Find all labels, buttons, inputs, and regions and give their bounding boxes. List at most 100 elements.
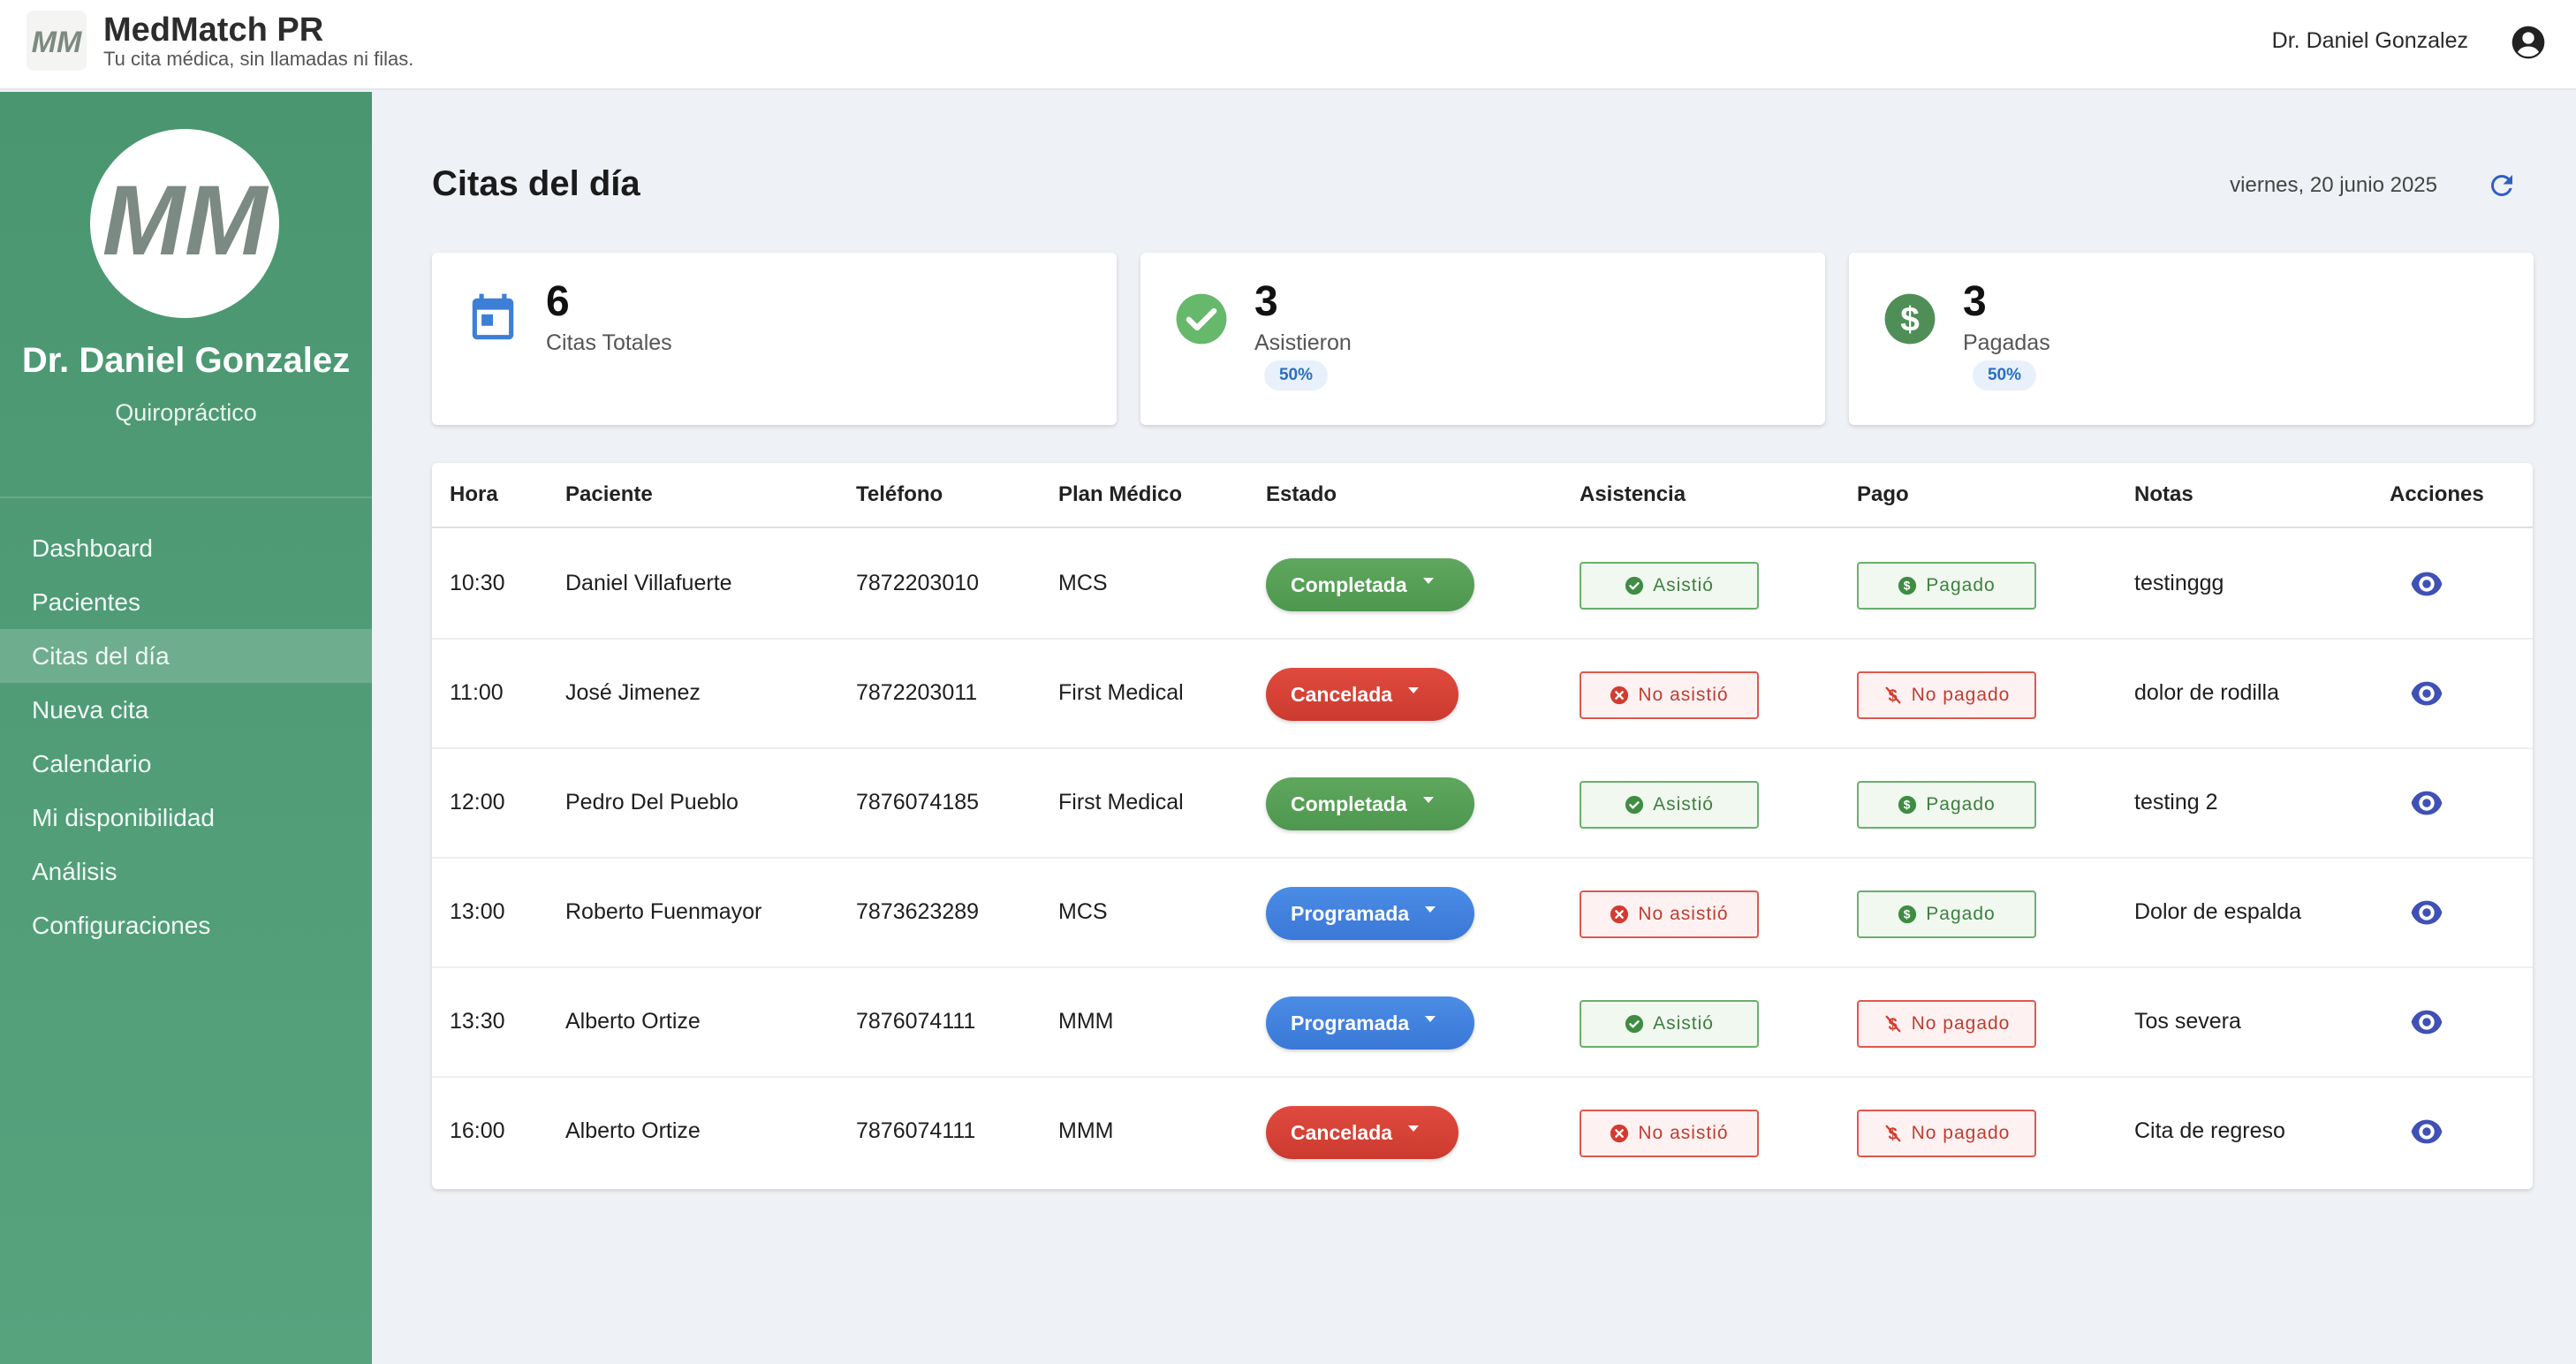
payment-label: Pagado — [1926, 575, 1996, 595]
status-dropdown[interactable]: Programada — [1266, 996, 1474, 1050]
cell-hora: 16:00 — [450, 1118, 505, 1143]
cell-notas: Cita de regreso — [2134, 1118, 2285, 1143]
attendance-toggle[interactable]: Asistió — [1580, 781, 1759, 829]
payment-label: Pagado — [1926, 794, 1996, 815]
cell-plan: MMM — [1058, 1118, 1114, 1143]
column-header-estado: Estado — [1266, 482, 1337, 506]
view-eye-icon[interactable] — [2410, 1009, 2443, 1035]
cell-hora: 11:00 — [450, 680, 504, 705]
svg-text:$: $ — [1904, 799, 1912, 812]
cell-notas: testing 2 — [2134, 790, 2218, 815]
account-circle-icon[interactable] — [2511, 25, 2546, 60]
top-bar: MM MedMatch PR Tu cita médica, sin llama… — [0, 0, 2576, 90]
attendance-toggle[interactable]: No asistió — [1580, 671, 1759, 719]
attendance-toggle[interactable]: Asistió — [1580, 562, 1759, 610]
payment-label: No pagado — [1911, 1123, 2011, 1143]
caret-down-icon — [1408, 686, 1420, 693]
attendance-toggle[interactable]: No asistió — [1580, 890, 1759, 938]
brand: MedMatch PR Tu cita médica, sin llamadas… — [103, 12, 413, 71]
status-label: Programada — [1291, 1011, 1410, 1034]
status-dropdown[interactable]: Programada — [1266, 887, 1474, 940]
status-label: Cancelada — [1291, 1120, 1393, 1144]
money-off-icon: $ — [1885, 1124, 1901, 1142]
status-dropdown[interactable]: Cancelada — [1266, 668, 1458, 721]
cell-paciente: Roberto Fuenmayor — [565, 899, 762, 924]
view-eye-icon[interactable] — [2410, 1118, 2443, 1145]
cancel-circle-icon — [1610, 686, 1629, 705]
refresh-icon[interactable] — [2486, 170, 2518, 201]
page-title: Citas del día — [432, 164, 640, 203]
check-circle-icon — [1176, 293, 1227, 345]
caret-down-icon — [1422, 577, 1434, 584]
payment-toggle[interactable]: $ No pagado — [1857, 671, 2036, 719]
brand-logo-icon[interactable]: MM — [27, 11, 87, 71]
status-dropdown[interactable]: Completada — [1266, 558, 1474, 611]
stat-label-total: Citas Totales — [546, 330, 672, 355]
cell-plan: First Medical — [1058, 680, 1184, 705]
attendance-label: Asistió — [1653, 1013, 1714, 1034]
cell-plan: MMM — [1058, 1009, 1114, 1034]
svg-text:MM: MM — [32, 26, 82, 59]
cell-telefono: 7873623289 — [856, 899, 980, 924]
column-header-hora: Hora — [450, 482, 498, 506]
cell-notas: Dolor de espalda — [2134, 899, 2302, 924]
stat-card-paid: $ 3 Pagadas 50% — [1849, 253, 2534, 425]
sidebar-item-analisis[interactable]: Análisis — [0, 845, 372, 898]
attendance-label: No asistió — [1638, 685, 1729, 705]
column-header-telefono: Teléfono — [856, 482, 943, 506]
status-label: Completada — [1291, 792, 1407, 815]
cancel-circle-icon — [1610, 1124, 1629, 1143]
payment-label: No pagado — [1911, 1013, 2011, 1034]
stat-value-total: 6 — [546, 278, 570, 325]
cell-paciente: Daniel Villafuerte — [565, 571, 732, 595]
view-eye-icon[interactable] — [2410, 899, 2443, 926]
table-row: 16:00 Alberto Ortize 7876074111 MMM Cancelad… — [432, 1078, 2533, 1187]
table-row: 13:30 Alberto Ortize 7876074111 MMM Programa… — [432, 968, 2533, 1078]
sidebar-nav: Dashboard Pacientes Citas del día Nueva … — [0, 521, 372, 952]
money-off-icon: $ — [1885, 1014, 1901, 1033]
sidebar-item-calendario[interactable]: Calendario — [0, 737, 372, 791]
payment-toggle[interactable]: $ No pagado — [1857, 1110, 2036, 1157]
payment-toggle[interactable]: $ No pagado — [1857, 1000, 2036, 1048]
view-eye-icon[interactable] — [2410, 680, 2443, 707]
table-row: 11:00 José Jimenez 7872203011 First Medical… — [432, 640, 2533, 749]
payment-toggle[interactable]: $ Pagado — [1857, 890, 2036, 938]
stat-card-total: 6 Citas Totales — [432, 253, 1117, 425]
cell-hora: 10:30 — [450, 571, 505, 595]
status-label: Cancelada — [1291, 682, 1393, 706]
sidebar-item-pacientes[interactable]: Pacientes — [0, 575, 372, 629]
status-dropdown[interactable]: Cancelada — [1266, 1106, 1458, 1159]
view-eye-icon[interactable] — [2410, 571, 2443, 597]
column-header-asistencia: Asistencia — [1580, 482, 1686, 506]
cell-hora: 12:00 — [450, 790, 505, 815]
sidebar-item-nueva-cita[interactable]: Nueva cita — [0, 683, 372, 737]
stat-badge-paid: 50% — [1973, 360, 2036, 390]
table-row: 13:00 Roberto Fuenmayor 7873623289 MCS Progr… — [432, 859, 2533, 968]
cell-paciente: José Jimenez — [565, 680, 701, 705]
sidebar-item-configuraciones[interactable]: Configuraciones — [0, 898, 372, 952]
cell-plan: MCS — [1058, 899, 1108, 924]
table-row: 12:00 Pedro Del Pueblo 7876074185 First Med… — [432, 749, 2533, 859]
caret-down-icon — [1425, 1015, 1436, 1022]
cell-paciente: Pedro Del Pueblo — [565, 790, 739, 815]
check-circle-icon — [1625, 1014, 1644, 1034]
view-eye-icon[interactable] — [2410, 790, 2443, 816]
sidebar-item-citas-del-dia[interactable]: Citas del día — [0, 629, 372, 683]
table-header: Hora Paciente Teléfono Plan Médico Estad… — [432, 463, 2533, 528]
sidebar-item-mi-disponibilidad[interactable]: Mi disponibilidad — [0, 791, 372, 845]
status-label: Completada — [1291, 572, 1407, 596]
check-circle-icon — [1625, 576, 1644, 595]
attendance-toggle[interactable]: Asistió — [1580, 1000, 1759, 1048]
doctor-specialty: Quiropráctico — [115, 399, 257, 426]
current-user-name[interactable]: Dr. Daniel Gonzalez — [2272, 28, 2468, 54]
stat-value-paid: 3 — [1963, 278, 1987, 325]
current-date: viernes, 20 junio 2025 — [2230, 173, 2437, 197]
attendance-toggle[interactable]: No asistió — [1580, 1110, 1759, 1157]
payment-toggle[interactable]: $ Pagado — [1857, 781, 2036, 829]
caret-down-icon — [1408, 1125, 1420, 1132]
cell-paciente: Alberto Ortize — [565, 1118, 701, 1143]
sidebar-item-dashboard[interactable]: Dashboard — [0, 521, 372, 575]
stat-label-attended: Asistieron — [1254, 330, 1352, 355]
payment-toggle[interactable]: $ Pagado — [1857, 562, 2036, 610]
status-dropdown[interactable]: Completada — [1266, 777, 1474, 830]
